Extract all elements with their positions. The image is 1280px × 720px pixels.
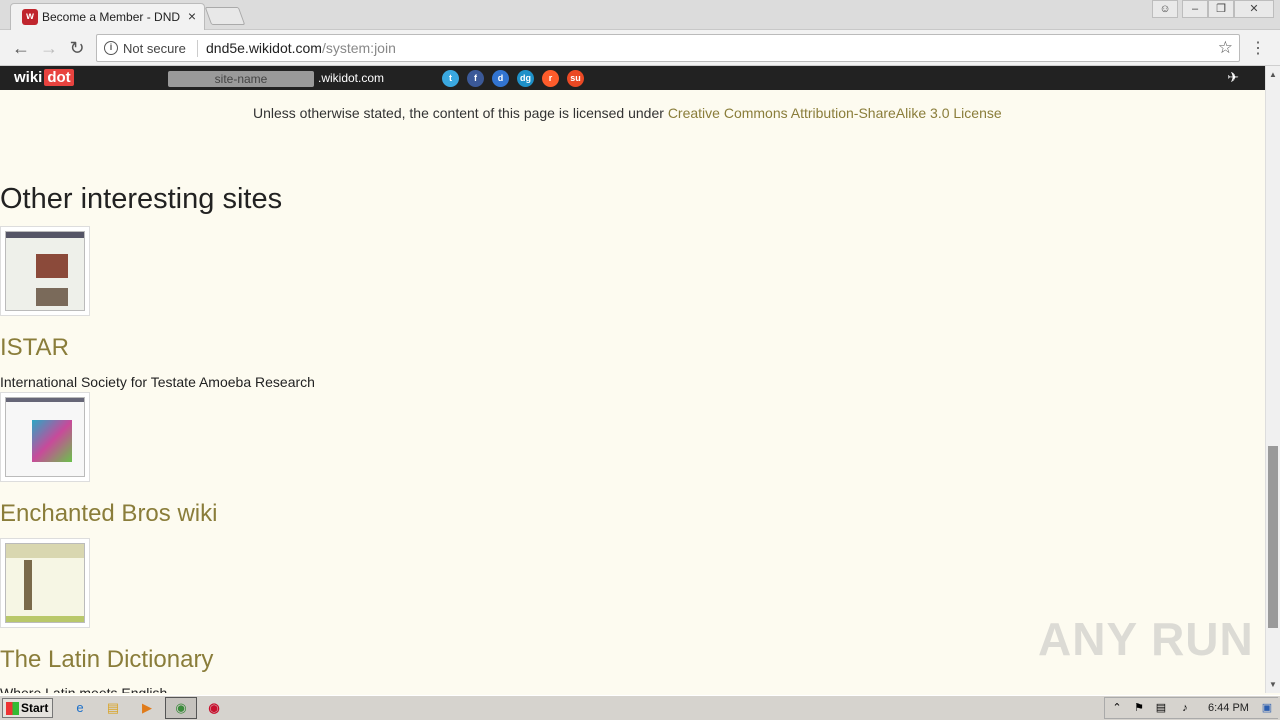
show-desktop-icon[interactable]: ▣: [1257, 699, 1277, 717]
site-link-latin-dictionary[interactable]: The Latin Dictionary: [0, 646, 213, 674]
site-thumbnail[interactable]: [0, 392, 90, 482]
thumbnail-image: [5, 231, 85, 311]
thumbnail-image: [5, 397, 85, 477]
forward-arrow-icon[interactable]: →: [38, 37, 60, 59]
browser-tab[interactable]: w Become a Member - DND 5th ×: [10, 3, 205, 30]
facebook-icon[interactable]: f: [467, 70, 484, 87]
stop-icon[interactable]: ◉: [204, 699, 224, 717]
back-arrow-icon[interactable]: ←: [10, 37, 32, 59]
page-scrollbar[interactable]: ▲ ▼: [1265, 66, 1280, 693]
folder-icon[interactable]: ▤: [103, 699, 123, 717]
plane-icon[interactable]: ✈: [1227, 69, 1239, 86]
site-description: International Society for Testate Amoeba…: [0, 374, 315, 390]
thumbnail-image: [5, 543, 85, 623]
scroll-up-arrow-icon[interactable]: ▲: [1269, 70, 1277, 79]
license-text: Unless otherwise stated, the content of …: [253, 105, 668, 121]
reload-icon[interactable]: ↻: [66, 37, 88, 59]
license-notice: Unless otherwise stated, the content of …: [253, 105, 1002, 121]
delicious-icon[interactable]: d: [492, 70, 509, 87]
license-link[interactable]: Creative Commons Attribution-ShareAlike …: [668, 105, 1002, 121]
windows-taskbar: Start e ▤ ▶ ◉ ◉ ⌃ ⚑ ▤ ♪ ▣ 6:44 PM: [0, 695, 1280, 720]
scroll-down-arrow-icon[interactable]: ▼: [1269, 680, 1277, 689]
restore-icon[interactable]: ❐: [1208, 0, 1234, 18]
url-text[interactable]: dnd5e.wikidot.com/system:join: [206, 40, 396, 56]
system-tray: ⌃ ⚑ ▤ ♪ ▣: [1104, 697, 1278, 719]
logo-dot: dot: [44, 69, 74, 86]
site-description: Where Latin meets English: [0, 685, 168, 693]
info-icon[interactable]: i: [104, 41, 118, 55]
security-label: Not secure: [123, 41, 186, 56]
browser-menu-icon[interactable]: ⋮: [1250, 38, 1266, 58]
taskbar-chrome-button[interactable]: ◉: [165, 697, 197, 719]
media-player-icon[interactable]: ▶: [137, 699, 157, 717]
network-icon[interactable]: ▤: [1151, 699, 1171, 717]
user-icon[interactable]: ☺: [1152, 0, 1178, 18]
site-thumbnail[interactable]: [0, 538, 90, 628]
url-host: dnd5e.wikidot.com: [206, 40, 322, 56]
site-link-istar[interactable]: ISTAR: [0, 334, 69, 362]
browser-titlebar: w Become a Member - DND 5th × ☺ – ❐ ✕: [0, 0, 1280, 30]
omnibox-separator: [197, 40, 198, 57]
internet-explorer-icon[interactable]: e: [70, 699, 90, 717]
wikidot-logo[interactable]: wiki dot: [14, 69, 74, 86]
minimize-icon[interactable]: –: [1182, 0, 1208, 18]
site-name-input[interactable]: site-name: [168, 71, 314, 87]
digg-icon[interactable]: dg: [517, 70, 534, 87]
browser-toolbar: ← → ↻ i Not secure dnd5e.wikidot.com/sys…: [0, 30, 1280, 66]
bookmark-star-icon[interactable]: ☆: [1218, 38, 1233, 58]
wikidot-header-bar: wiki dot site-name .wikidot.com t f d dg …: [0, 66, 1265, 90]
anyrun-watermark: ANY RUN: [1038, 613, 1254, 665]
site-link-enchanted-bros[interactable]: Enchanted Bros wiki: [0, 500, 217, 528]
reddit-icon[interactable]: r: [542, 70, 559, 87]
clock[interactable]: 6:44 PM: [1208, 702, 1249, 714]
address-bar[interactable]: i Not secure dnd5e.wikidot.com/system:jo…: [96, 34, 1240, 62]
url-path: /system:join: [321, 40, 396, 56]
tab-close-icon[interactable]: ×: [188, 8, 196, 24]
new-tab-button[interactable]: [204, 7, 246, 25]
logo-wiki: wiki: [14, 69, 43, 86]
section-title: Other interesting sites: [0, 183, 283, 215]
volume-icon[interactable]: ♪: [1175, 699, 1195, 717]
domain-suffix: .wikidot.com: [318, 71, 385, 85]
start-button[interactable]: Start: [2, 698, 53, 718]
tab-title: Become a Member - DND 5th: [42, 10, 182, 24]
windows-logo-icon: [6, 702, 19, 715]
start-label: Start: [21, 701, 49, 715]
stumbleupon-icon[interactable]: su: [567, 70, 584, 87]
site-thumbnail[interactable]: [0, 226, 90, 316]
close-icon[interactable]: ✕: [1234, 0, 1274, 18]
twitter-icon[interactable]: t: [442, 70, 459, 87]
chrome-icon: ◉: [175, 700, 187, 715]
scrollbar-thumb[interactable]: [1268, 446, 1278, 628]
tray-expand-icon[interactable]: ⌃: [1107, 699, 1127, 717]
wikidot-favicon-icon: w: [22, 9, 38, 25]
flag-icon[interactable]: ⚑: [1129, 699, 1149, 717]
